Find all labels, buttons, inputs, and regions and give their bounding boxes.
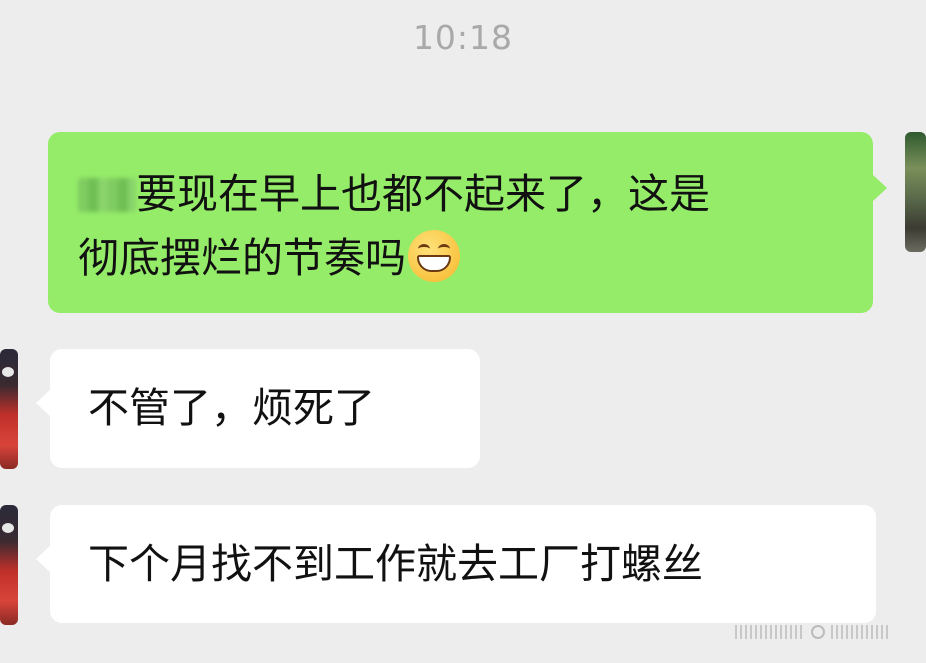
watermark-bars [831,625,891,639]
contact-avatar[interactable] [0,349,18,469]
message-line: 彻底摆烂的节奏吗 [78,226,849,290]
message-text: 不管了，烦死了 [88,384,375,432]
watermark-bars [735,625,805,639]
bubble-tail [36,545,51,573]
message-text: 下个月找不到工作就去工厂打螺丝 [88,540,703,588]
incoming-message-bubble[interactable]: 不管了，烦死了 [36,349,480,468]
bubble-tail [36,389,51,417]
my-avatar[interactable] [905,132,926,252]
incoming-message-bubble[interactable]: 下个月找不到工作就去工厂打螺丝 [36,505,876,623]
message-text-line-1: 要现在早上也都不起来了，这是 [136,170,710,218]
grinning-face-emoji-icon [408,230,460,282]
watermark [735,621,905,643]
message-text-line-2: 彻底摆烂的节奏吗 [78,234,406,282]
outgoing-message-bubble[interactable]: 要现在早上也都不起来了，这是 彻底摆烂的节奏吗 [48,132,887,313]
message-timestamp: 10:18 [412,18,514,57]
message-line: 要现在早上也都不起来了，这是 [78,162,849,226]
bubble-tail [872,174,887,202]
redacted-name [78,178,136,212]
contact-avatar[interactable] [0,505,18,625]
watermark-logo-icon [811,625,825,639]
